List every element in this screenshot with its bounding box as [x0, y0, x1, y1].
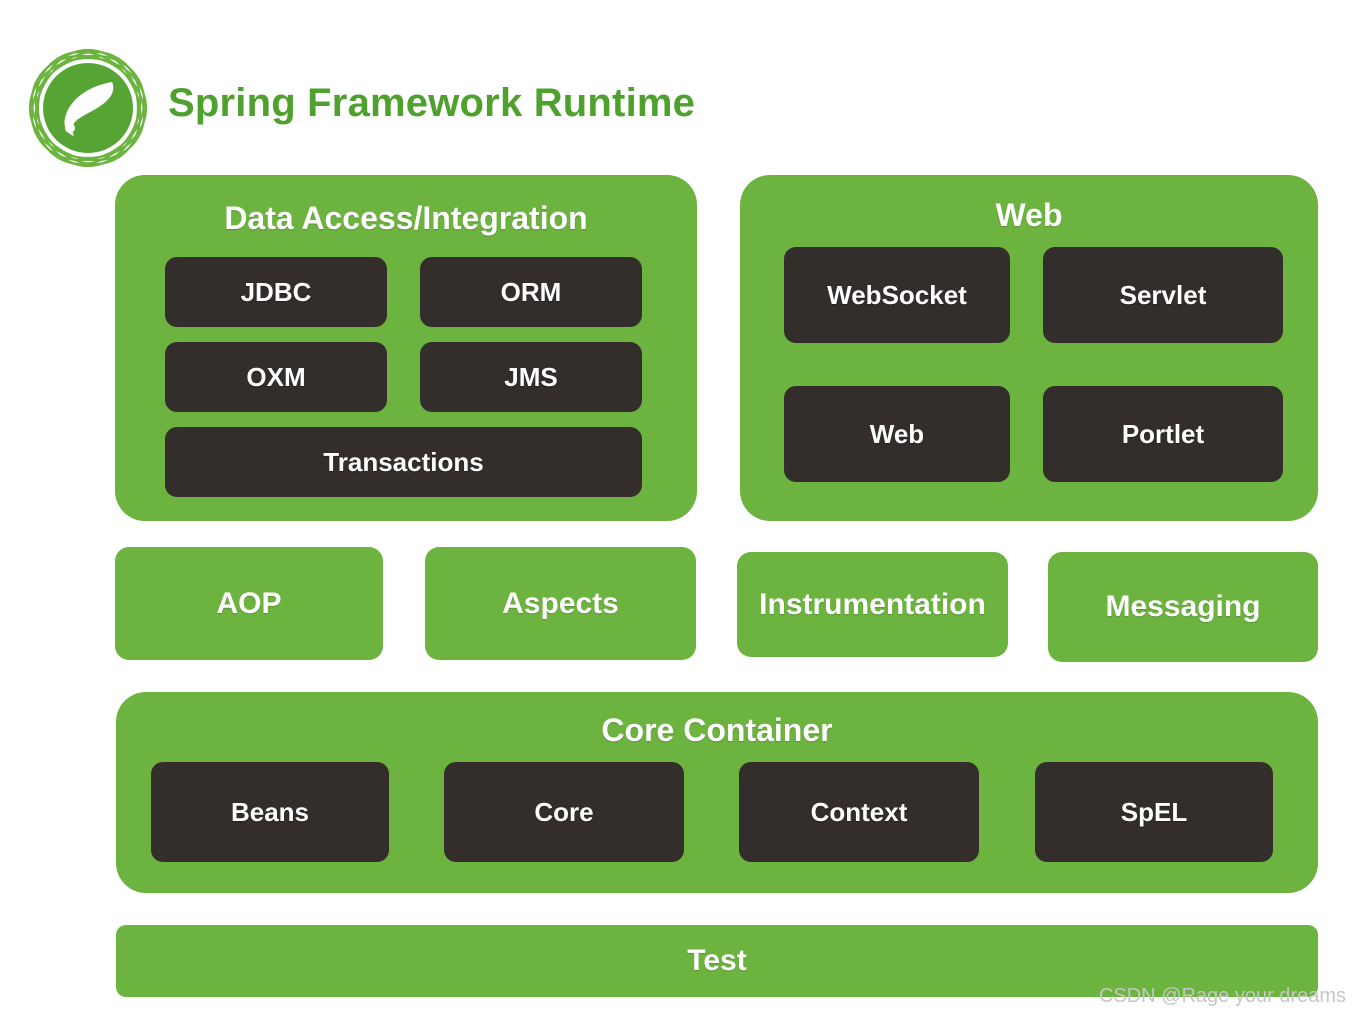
watermark: CSDN @Rage your dreams	[1098, 985, 1346, 1007]
module-transactions[interactable]: Transactions	[165, 427, 642, 497]
module-orm[interactable]: ORM	[420, 257, 642, 327]
module-servlet[interactable]: Servlet	[1043, 247, 1283, 343]
panel-title-web: Web	[995, 197, 1063, 233]
module-beans[interactable]: Beans	[151, 762, 389, 862]
diagram-header: Spring Framework Runtime	[0, 0, 1360, 175]
page-title: Spring Framework Runtime	[168, 81, 696, 125]
module-messaging[interactable]: Messaging	[1048, 552, 1318, 662]
module-jms[interactable]: JMS	[420, 342, 642, 412]
panel-title-core-container: Core Container	[601, 712, 833, 748]
module-spel[interactable]: SpEL	[1035, 762, 1273, 862]
panel-title-data-access: Data Access/Integration	[224, 200, 588, 236]
module-web[interactable]: Web	[784, 386, 1010, 482]
module-aspects[interactable]: Aspects	[425, 547, 696, 660]
module-core[interactable]: Core	[444, 762, 684, 862]
module-context[interactable]: Context	[739, 762, 979, 862]
module-portlet[interactable]: Portlet	[1043, 386, 1283, 482]
module-websocket[interactable]: WebSocket	[784, 247, 1010, 343]
panel-data-access-integration: Data Access/Integration JDBC ORM OXM JMS…	[115, 175, 697, 521]
panel-web: Web WebSocket Servlet Web Portlet	[740, 175, 1318, 521]
module-jdbc[interactable]: JDBC	[165, 257, 387, 327]
module-aop[interactable]: AOP	[115, 547, 383, 660]
module-oxm[interactable]: OXM	[165, 342, 387, 412]
spring-leaf-logo-icon	[22, 42, 154, 174]
module-instrumentation[interactable]: Instrumentation	[737, 552, 1008, 657]
panel-core-container: Core Container Beans Core Context SpEL	[116, 692, 1318, 893]
